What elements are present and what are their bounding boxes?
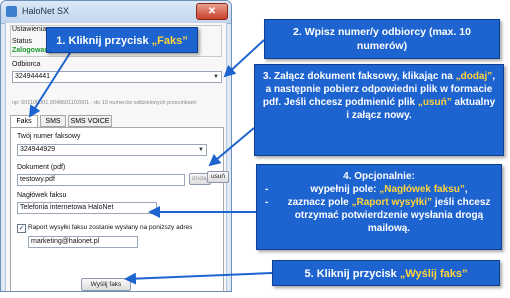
tab-sms-voice[interactable]: SMS VOICE	[68, 115, 112, 127]
callout-5-text: 5. Kliknij przycisk	[304, 268, 400, 280]
header-input[interactable]: Telefonia internetowa HaloNet	[17, 202, 157, 214]
report-checkbox-label: Raport wysyłki faksu zostanie wysłany na…	[28, 224, 193, 231]
window-title: HaloNet SX	[22, 6, 70, 16]
callout-4-b2-highlight: „Raport wysyłki”	[351, 197, 433, 208]
callout-4-bullet-1: - wypełnij pole: „Nagłówek faksu”,	[265, 183, 493, 196]
fax-number-label: Twój numer faksowy	[17, 133, 81, 140]
bullet-dash: -	[265, 184, 269, 195]
callout-step-5: 5. Kliknij przycisk „Wyślij faks”	[272, 260, 500, 286]
window-client: Ustawienia Status Zalogowany Odbiorca 32…	[5, 23, 227, 291]
recipient-input[interactable]: 324944441 ▼	[12, 71, 222, 83]
callout-step-1: 1. Kliknij przycisk „Faks”	[46, 27, 198, 53]
fax-number-select[interactable]: 324944929 ▼	[17, 144, 207, 156]
callout-2-line-2: numerów)	[356, 40, 408, 52]
callout-4-b1-highlight: „Nagłówek faksu”	[379, 184, 465, 195]
recipient-value: 324944441	[15, 73, 51, 80]
report-checkbox[interactable]: ✓	[17, 224, 26, 233]
report-email-input[interactable]: marketing@halonet.pl	[28, 236, 138, 248]
callout-1-highlight: „Faks”	[151, 35, 188, 47]
callout-4-bullet-2: - zaznacz pole „Raport wysyłki” jeśli ch…	[265, 196, 493, 235]
chevron-down-icon[interactable]: ▼	[197, 146, 205, 154]
chevron-down-icon[interactable]: ▼	[212, 73, 220, 81]
title-bar: HaloNet SX ✕	[1, 1, 231, 24]
bullet-dash: -	[265, 197, 269, 208]
tab-sms[interactable]: SMS	[40, 115, 66, 127]
callout-1-text: 1. Kliknij przycisk	[56, 35, 152, 47]
recipient-label: Odbiorca	[12, 61, 41, 68]
fax-number-value: 324944929	[20, 146, 56, 153]
callout-2-line-1: 2. Wpisz numer/y odbiorcy (max. 10	[293, 26, 471, 38]
callout-3-highlight-1: „dodaj”	[455, 71, 493, 82]
callout-step-2: 2. Wpisz numer/y odbiorcy (max. 10 numer…	[264, 19, 500, 59]
callout-4-title: 4. Opcjonalnie:	[343, 171, 415, 182]
document-label: Dokument (pdf)	[17, 164, 66, 171]
callout-4-b1-post: ,	[464, 184, 468, 195]
callout-3-highlight-2: „usuń”	[417, 97, 452, 108]
callout-4-b1-pre: wypełnij pole:	[310, 184, 380, 195]
callout-4-b2-pre: zaznacz pole	[287, 197, 352, 208]
fax-panel: Twój numer faksowy 324944929 ▼ Dokument …	[10, 127, 224, 291]
callout-5-highlight: „Wyślij faks”	[399, 268, 468, 280]
app-icon	[6, 6, 17, 17]
send-fax-button[interactable]: Wyślij faks	[81, 278, 131, 291]
status-label: Status	[12, 38, 32, 45]
callout-3-part-1: 3. Załącz dokument faksowy, klikając na	[262, 71, 456, 82]
callout-step-3: 3. Załącz dokument faksowy, klikając na …	[254, 64, 504, 156]
close-button[interactable]: ✕	[196, 3, 228, 20]
recipient-hint: np: 601100001,0048601102601 - do 10 nume…	[12, 100, 197, 106]
remove-document-button[interactable]: usuń	[207, 171, 229, 183]
header-label: Nagłówek faksu	[17, 192, 67, 199]
callout-step-4: 4. Opcjonalnie: - wypełnij pole: „Nagłów…	[256, 164, 502, 250]
document-field: testowy.pdf	[17, 174, 185, 186]
settings-label: Ustawienia	[12, 26, 47, 33]
